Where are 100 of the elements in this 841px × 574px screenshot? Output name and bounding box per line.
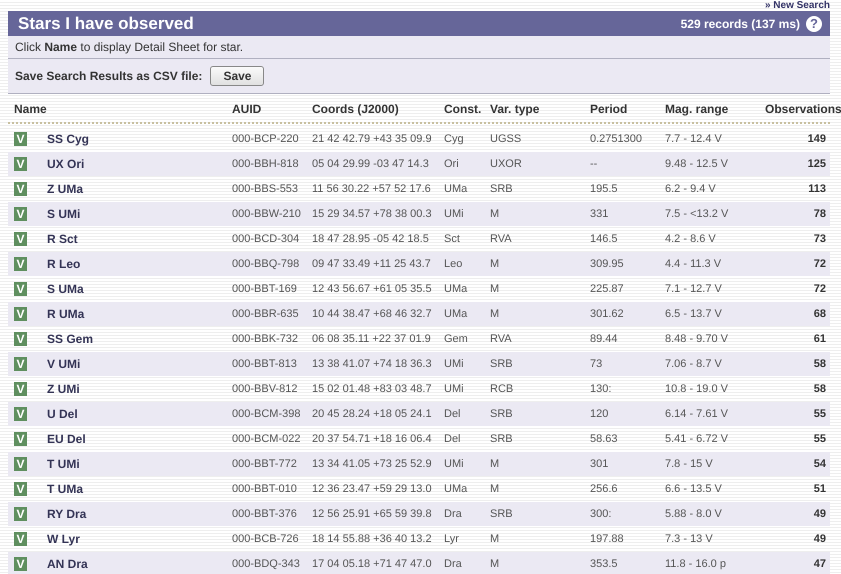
star-name-link[interactable]: R Sct [47,232,78,246]
table-cell-text: 000-BCM-398 [232,408,302,420]
variable-badge: V [14,132,27,146]
column-header[interactable]: Coords (J2000) [312,102,444,116]
table-cell-text: 9.48 - 12.5 V [665,158,729,170]
table-cell-text: Cyg [444,133,465,145]
table-cell-text: 000-BDQ-343 [232,558,301,570]
table-cell-text: 000-BBT-376 [232,508,298,520]
table-cell-text: 7.8 - 15 V [665,458,714,470]
variable-badge: V [14,332,27,346]
variable-badge: V [14,432,27,446]
table-cell-text: 18 47 28.95 -05 42 18.5 [312,233,430,245]
star-name-link[interactable]: V UMi [47,357,80,371]
variable-badge: V [14,257,27,271]
observations-cell-text: 58 [812,383,826,395]
table-cell-text: 20 37 54.71 +18 16 06.4 [312,433,433,445]
observations-cell-text: 58 [812,358,826,370]
table-cell-text: 7.06 - 8.7 V [665,358,723,370]
table-cell-text: RVA [490,233,513,245]
table-cell-text: M [490,533,500,545]
column-header[interactable]: Name [14,102,232,116]
table-cell-text: M [490,458,500,470]
table-cell-text: UMi [444,358,465,370]
star-name-link[interactable]: EU Del [47,432,86,446]
star-name-link[interactable]: W Lyr [47,532,80,546]
star-name-link[interactable]: S UMi [47,207,80,221]
variable-badge: V [14,182,27,196]
variable-badge: V [14,232,27,246]
star-name-link[interactable]: Z UMa [47,182,83,196]
column-header[interactable]: Const. [444,102,490,116]
table-cell-text: M [490,283,500,295]
variable-badge: V [14,282,27,296]
column-header[interactable]: Var. type [490,102,590,116]
observations-cell-text: 113 [807,183,826,195]
variable-badge: V [14,532,27,546]
table-cell-text: 5.41 - 6.72 V [665,433,729,445]
table-cell-text: 5.88 - 8.0 V [665,508,723,520]
star-name-link[interactable]: R UMa [47,307,84,321]
help-icon[interactable]: ? [806,16,822,32]
star-name-link[interactable]: SS Cyg [47,132,90,146]
star-name-link[interactable]: SS Gem [47,332,94,346]
star-name-link[interactable]: R Leo [47,257,80,271]
observations-cell-text: 49 [812,533,826,545]
table-cell-text: 000-BBT-772 [232,458,298,470]
table-cell-text: 130: [590,383,612,395]
table-cell-text: 6.6 - 13.5 V [665,483,723,495]
table-cell-text: 06 08 35.11 +22 37 01.9 [312,333,432,345]
table-cell-text: 4.2 - 8.6 V [665,233,717,245]
star-name-link[interactable]: U Del [47,407,78,421]
table-cell-text: Gem [444,333,469,345]
table-cell-text: UMi [444,383,465,395]
table-cell-text: M [490,258,500,270]
table-cell-text: 7.3 - 13 V [665,533,714,545]
table-cell-text: 353.5 [590,558,619,570]
star-name-link[interactable]: T UMi [47,457,80,471]
table-cell-text: 17 04 05.18 +71 47 47.0 [312,558,433,570]
table-cell-text: SRB [490,408,514,420]
table-cell-text: Dra [444,508,463,520]
variable-badge: V [14,307,27,321]
table-cell-text: M [490,308,500,320]
column-header[interactable]: AUID [232,102,312,116]
star-name-link[interactable]: T UMa [47,482,83,496]
observations-cell-text: 54 [812,458,826,470]
table-cell-text: 0.2751300 [590,133,643,145]
observations-cell-text: 55 [812,408,826,420]
star-name-link[interactable]: Z UMi [47,382,80,396]
hint-text: Click Name to display Detail Sheet for star. [8,36,830,59]
table-cell-text: UMa [444,283,468,295]
table-cell-text: 18 14 55.88 +36 40 13.2 [312,533,433,545]
table-cell-text: 000-BCB-726 [232,533,300,545]
column-header[interactable]: Period [590,102,665,116]
column-header[interactable]: Observations [765,102,841,116]
star-name-link[interactable]: UX Ori [47,157,84,171]
table-cell-text: 15 02 01.48 +83 03 48.7 [312,383,433,395]
table-cell-text: 000-BBS-553 [232,183,300,195]
table-cell-text: M [490,208,500,220]
star-name-link[interactable]: S UMa [47,282,84,296]
table-cell-text: UMi [444,208,465,220]
table-cell-text: UMa [444,483,468,495]
observations-cell-text: 72 [812,283,826,295]
table-cell-text: UMa [444,308,468,320]
observations-cell-text: 55 [812,433,826,445]
observations-cell-text: 73 [812,233,826,245]
table-cell-text: UMa [444,183,468,195]
table-cell-text: 197.88 [590,533,625,545]
table-cell-text: 7.1 - 12.7 V [665,283,723,295]
column-header[interactable]: Mag. range [665,102,765,116]
observations-cell-text: 78 [812,208,826,220]
observations-cell-text: 47 [812,558,826,570]
table-cell-text: 10.8 - 19.0 V [665,383,729,395]
new-search-link[interactable]: » New Search [764,0,830,11]
save-button[interactable]: Save [210,66,264,86]
star-name-link[interactable]: AN Dra [47,557,88,571]
table-cell-text: 05 04 29.99 -03 47 14.3 [312,158,430,170]
table-cell-text: 331 [590,208,610,220]
table-cell-text: Del [444,433,462,445]
star-name-link[interactable]: RY Dra [47,507,86,521]
table-cell-text: 21 42 42.79 +43 35 09.9 [312,133,433,145]
observations-cell-text: 72 [812,258,826,270]
table-cell-text: 000-BBT-169 [232,283,298,295]
